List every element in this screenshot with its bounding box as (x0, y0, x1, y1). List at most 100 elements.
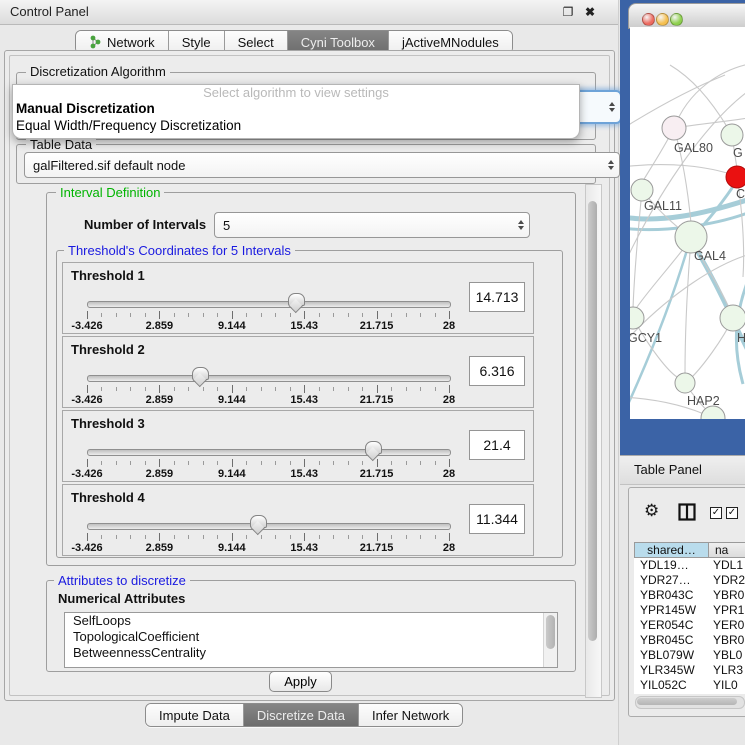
close-panel-icon[interactable]: ✖ (582, 4, 598, 20)
content-scrollbar-thumb[interactable] (588, 201, 597, 641)
table-cell[interactable]: YER0 (707, 618, 744, 633)
slider-tick (261, 313, 262, 317)
threshold-slider-thumb[interactable] (365, 441, 382, 454)
table-cell[interactable]: YPR145W (634, 603, 707, 618)
network-node-gal80[interactable] (662, 116, 686, 140)
close-window-icon[interactable] (642, 13, 655, 26)
threshold-value-field[interactable]: 11.344 (469, 504, 525, 534)
table-cell[interactable]: YBR0 (707, 633, 744, 648)
gear-icon[interactable]: ⚙ (644, 501, 659, 521)
network-canvas[interactable]: GAL80GCGAL11GAL4GCY1HHAP2 (630, 27, 745, 419)
float-window-icon[interactable]: ❐ (560, 4, 576, 20)
number-of-intervals-value: 5 (223, 218, 230, 233)
minimize-window-icon[interactable] (656, 13, 669, 26)
threshold-slider-track[interactable] (87, 449, 451, 456)
table-cell[interactable]: YLR3 (707, 663, 743, 678)
attributes-scrollbar-thumb[interactable] (546, 615, 555, 649)
table-cell[interactable]: YBR045C (634, 633, 707, 648)
threshold-slider-track[interactable] (87, 523, 451, 530)
table-rows: YDL19…YDL1YDR27…YDR2YBR043CYBR0YPR145WYP… (634, 558, 745, 694)
column-header-na[interactable]: na (709, 542, 745, 558)
table-row[interactable]: YDR27…YDR2 (634, 573, 745, 588)
split-columns-icon[interactable] (678, 503, 696, 524)
network-node-h[interactable] (720, 305, 745, 331)
slider-tick (449, 311, 450, 319)
table-cell[interactable]: YER054C (634, 618, 707, 633)
algorithm-option-equal-width-frequency-discretization[interactable]: Equal Width/Frequency Discretization (13, 117, 579, 134)
threshold-slider-thumb[interactable] (192, 367, 209, 380)
network-node-hap2[interactable] (675, 373, 695, 393)
table-row[interactable]: YBR045CYBR0 (634, 633, 745, 648)
table-row[interactable]: YPR145WYPR1 (634, 603, 745, 618)
control-panel-titlebar: Control Panel ❐ ✖ (0, 0, 618, 25)
slider-tick-label: -3.426 (71, 320, 102, 332)
network-node-g[interactable] (721, 124, 743, 146)
slider-tick-label: 21.715 (360, 468, 394, 480)
column-header-shared[interactable]: shared… (634, 542, 709, 558)
table-row[interactable]: YBR043CYBR0 (634, 588, 745, 603)
table-data-combobox[interactable]: galFiltered.sif default node (24, 152, 620, 178)
number-of-intervals-combobox[interactable]: 5 (214, 212, 530, 238)
slider-tick-label: 2.859 (146, 542, 174, 554)
table-panel-titlebar: Table Panel (620, 455, 745, 485)
table-cell[interactable]: YBR0 (707, 588, 744, 603)
threshold-slider-thumb[interactable] (250, 515, 267, 528)
thresholds-group-title: Threshold's Coordinates for 5 Intervals (64, 243, 295, 258)
threshold-value-field[interactable]: 6.316 (469, 356, 525, 386)
slider-tick (217, 387, 218, 391)
table-cell[interactable]: YDR27… (634, 573, 707, 588)
table-horizontal-scrollbar[interactable] (635, 696, 745, 709)
table-cell[interactable]: YBL079W (634, 648, 707, 663)
slider-tick (159, 311, 160, 319)
content-vertical-scrollbar[interactable] (585, 184, 602, 698)
threshold-slider-thumb[interactable] (288, 293, 305, 306)
table-cell[interactable]: YBL0 (707, 648, 742, 663)
attribute-item-betweennesscentrality[interactable]: BetweennessCentrality (65, 645, 557, 661)
threshold-panel-3: Threshold 3-3.4262.8599.14415.4321.71528… (62, 410, 534, 482)
slider-tick (145, 461, 146, 465)
threshold-value-field[interactable]: 21.4 (469, 430, 525, 460)
node-label: C (736, 187, 745, 201)
attribute-item-selfloops[interactable]: SelfLoops (65, 613, 557, 629)
network-node-gal11[interactable] (631, 179, 653, 201)
tab-discretize-data[interactable]: Discretize Data (244, 704, 359, 726)
threshold-value-field[interactable]: 14.713 (469, 282, 525, 312)
table-cell[interactable]: YLR345W (634, 663, 707, 678)
attributes-scrollbar[interactable] (543, 613, 557, 667)
slider-tick (217, 461, 218, 465)
numerical-attributes-list[interactable]: SelfLoopsTopologicalCoefficientBetweenne… (64, 612, 558, 668)
table-cell[interactable]: YDL1 (707, 558, 743, 573)
table-cell[interactable]: YIL0 (707, 678, 738, 693)
table-cell[interactable]: YDR2 (707, 573, 745, 588)
table-cell[interactable]: YIL052C (634, 678, 707, 693)
attribute-item-topologicalcoefficient[interactable]: TopologicalCoefficient (65, 629, 557, 645)
tab-impute-data[interactable]: Impute Data (146, 704, 244, 726)
table-panel-title: Table Panel (620, 456, 745, 484)
slider-tick (362, 313, 363, 317)
network-node-c[interactable] (726, 166, 745, 188)
tab-infer-network[interactable]: Infer Network (359, 704, 462, 726)
table-row[interactable]: YIL052CYIL0 (634, 678, 745, 693)
table-row[interactable]: YDL19…YDL1 (634, 558, 745, 573)
slider-tick (130, 313, 131, 317)
network-edge (674, 63, 745, 128)
threshold-slider-track[interactable] (87, 301, 451, 308)
table-hscrollbar-thumb[interactable] (637, 698, 737, 705)
slider-tick (130, 461, 131, 465)
table-cell[interactable]: YDL19… (634, 558, 707, 573)
table-row[interactable]: YBL079WYBL0 (634, 648, 745, 663)
table-cell[interactable]: YPR1 (707, 603, 744, 618)
algorithm-option-manual-discretization[interactable]: Manual Discretization (13, 100, 579, 117)
checkbox-checked-icon[interactable]: ✓ (710, 507, 722, 519)
threshold-slider-track[interactable] (87, 375, 451, 382)
checkbox-checked-icon[interactable]: ✓ (726, 507, 738, 519)
network-node-gcy1[interactable] (630, 307, 644, 329)
zoom-window-icon[interactable] (670, 13, 683, 26)
slider-tick (333, 461, 334, 465)
table-row[interactable]: YLR345WYLR3 (634, 663, 745, 678)
apply-button[interactable]: Apply (269, 671, 332, 692)
table-row[interactable]: YER054CYER0 (634, 618, 745, 633)
slider-tick (304, 385, 305, 393)
table-cell[interactable]: YBR043C (634, 588, 707, 603)
slider-tick (319, 461, 320, 465)
